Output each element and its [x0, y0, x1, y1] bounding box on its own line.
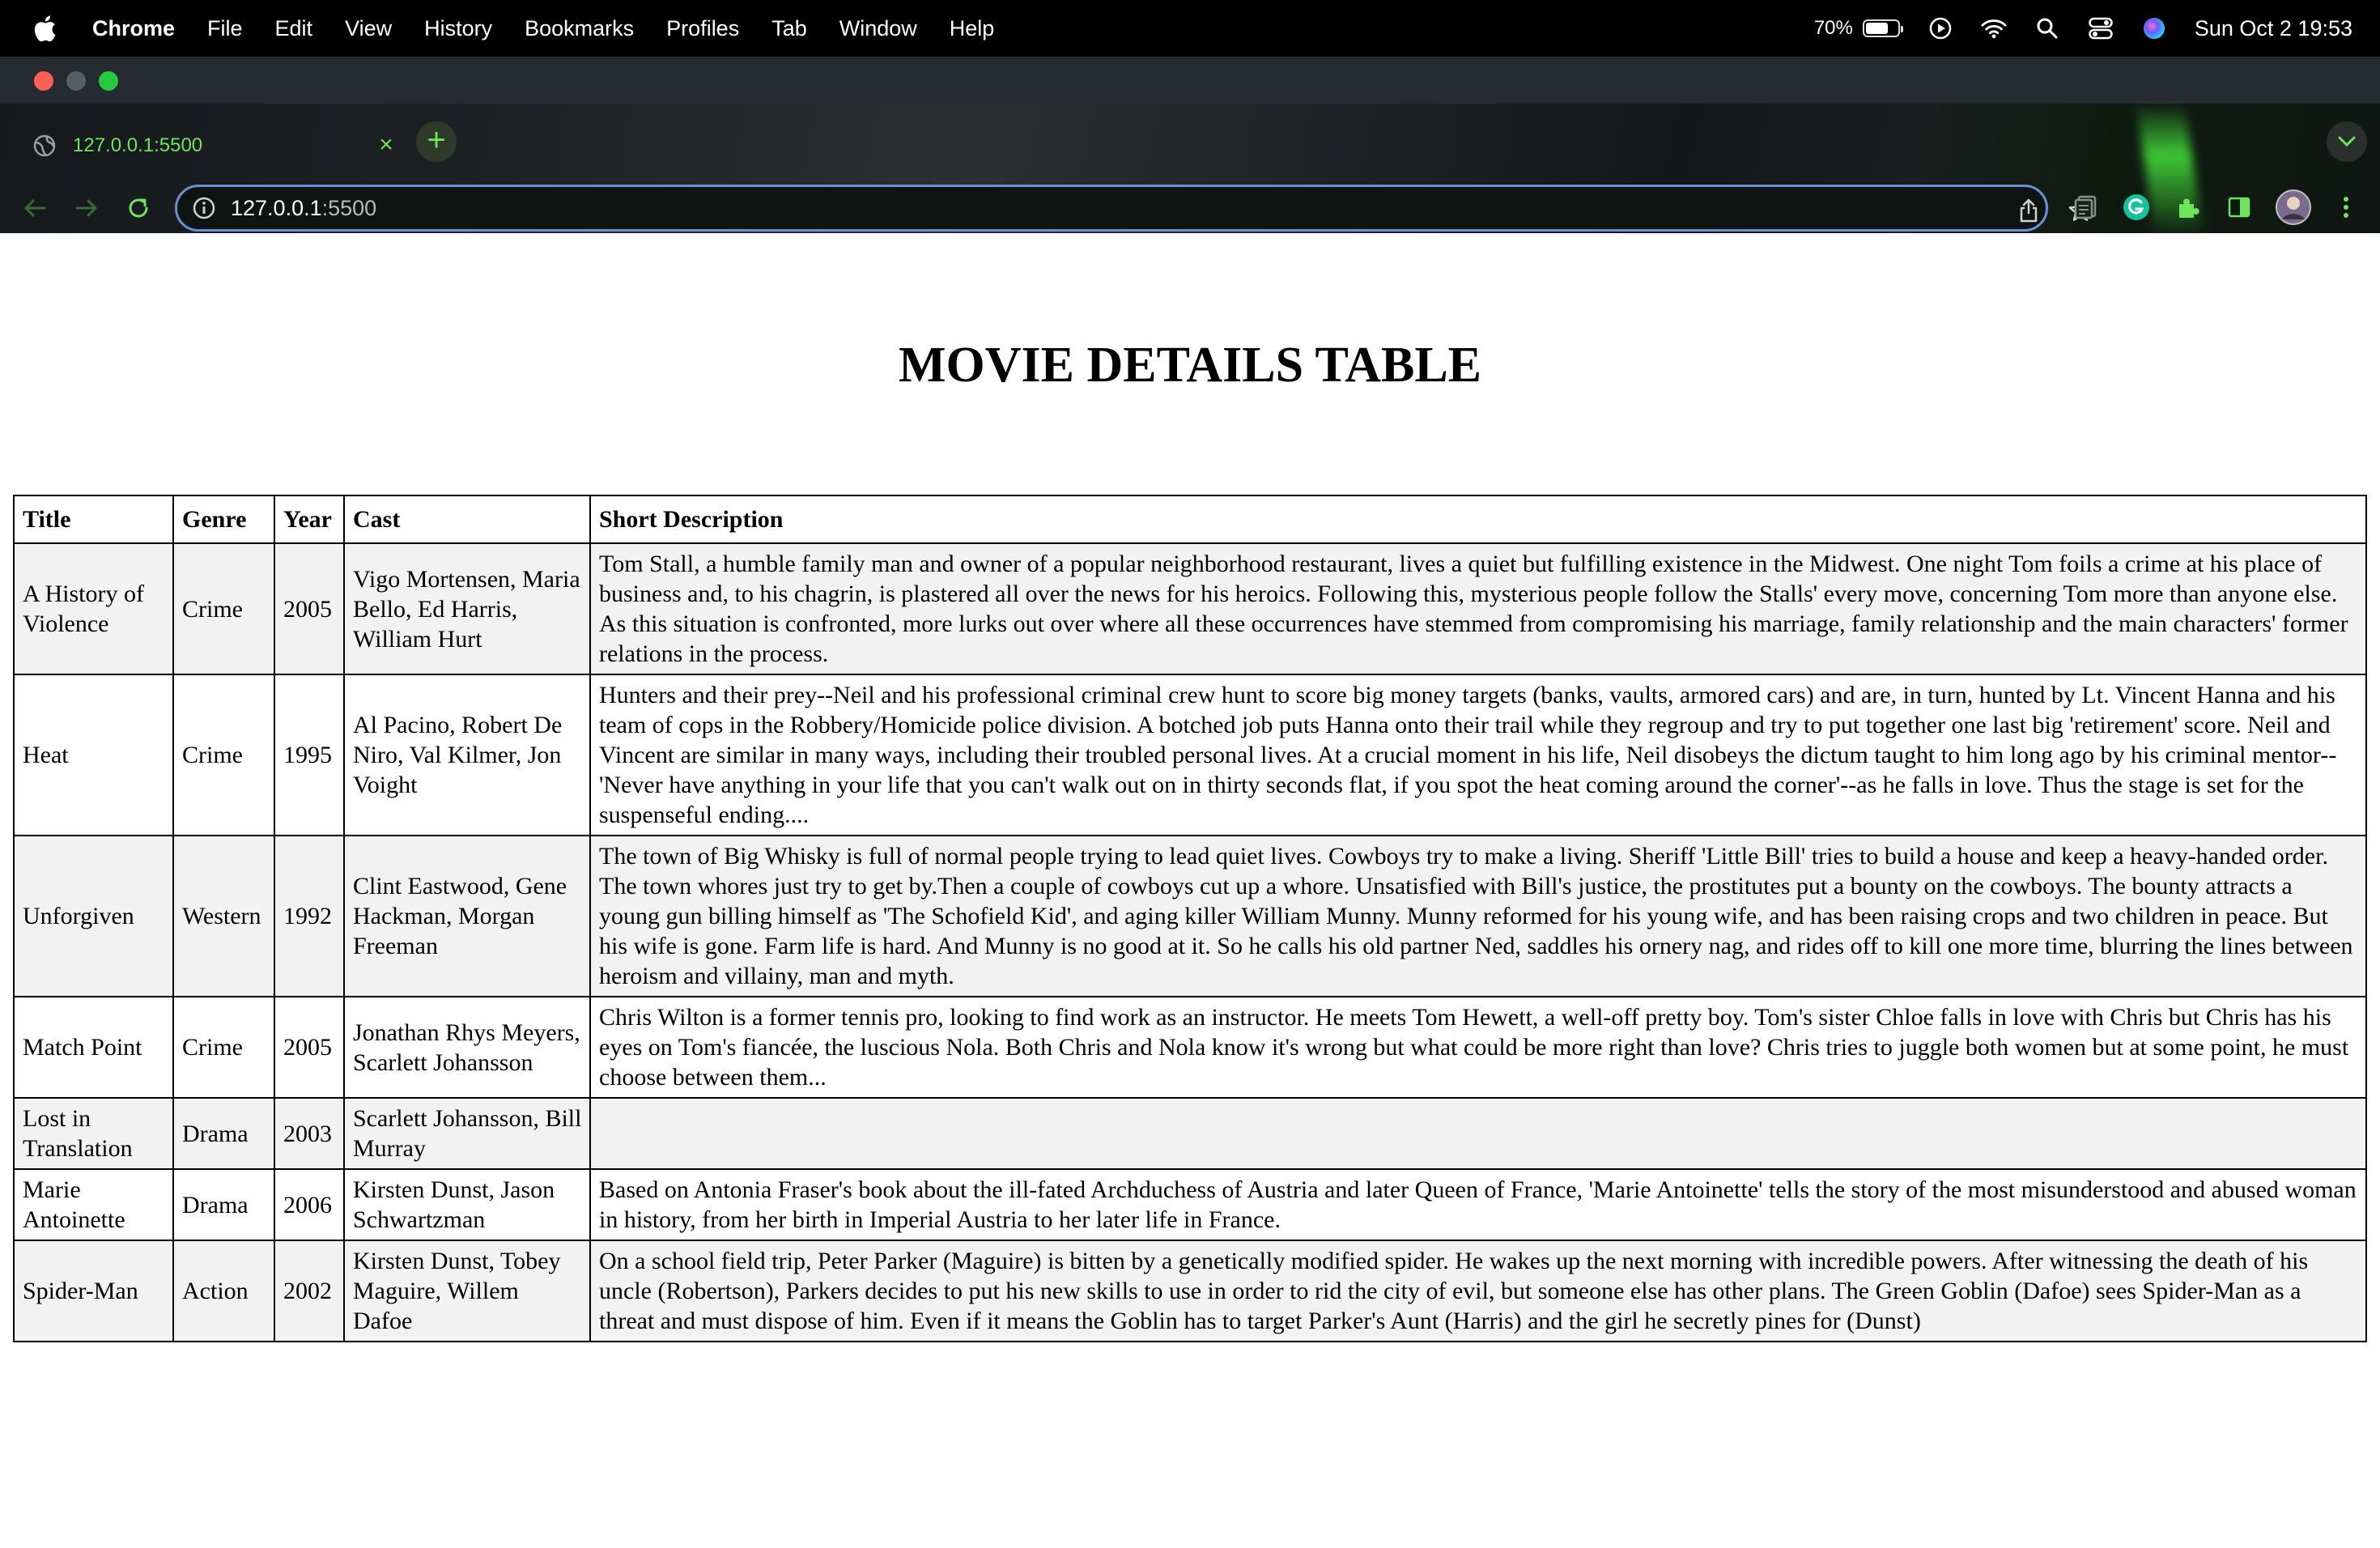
cell-year: 2002: [274, 1240, 345, 1342]
table-row: A History of Violence Crime 2005 Vigo Mo…: [13, 542, 2367, 675]
extensions-puzzle-icon[interactable]: [2174, 193, 2203, 222]
cell-title: Unforgiven: [13, 835, 174, 997]
apple-logo-icon[interactable]: [32, 15, 57, 42]
globe-icon: [32, 134, 57, 158]
menu-view[interactable]: View: [345, 16, 392, 41]
column-header-genre: Genre: [172, 495, 275, 544]
cell-description: The town of Big Whisky is full of normal…: [589, 835, 2367, 997]
tab-active[interactable]: 127.0.0.1:5500 ×: [13, 112, 410, 180]
column-header-year: Year: [274, 495, 345, 544]
menu-file[interactable]: File: [207, 16, 243, 41]
menu-bookmarks[interactable]: Bookmarks: [525, 16, 634, 41]
table-header-row: Title Genre Year Cast Short Description: [13, 495, 2367, 544]
site-info-icon[interactable]: [192, 196, 216, 220]
menu-edit[interactable]: Edit: [275, 16, 313, 41]
side-panel-icon[interactable]: [2225, 193, 2254, 222]
cell-cast: Jonathan Rhys Meyers, Scarlett Johansson: [343, 996, 591, 1099]
window-titlebar: [0, 57, 2380, 104]
cell-year: 2003: [274, 1097, 345, 1170]
cell-title: A History of Violence: [13, 542, 174, 675]
cell-description: Hunters and their prey--Neil and his pro…: [589, 674, 2367, 836]
now-playing-icon[interactable]: [1927, 15, 1953, 41]
tab-search-button[interactable]: [2327, 121, 2367, 162]
cell-description: [589, 1097, 2367, 1170]
table-row: Match Point Crime 2005 Jonathan Rhys Mey…: [13, 996, 2367, 1099]
profile-avatar[interactable]: [2275, 189, 2312, 226]
menu-profiles[interactable]: Profiles: [666, 16, 739, 41]
table-row: Unforgiven Western 1992 Clint Eastwood, …: [13, 835, 2367, 997]
zoom-window-button[interactable]: [99, 71, 118, 91]
new-tab-button[interactable]: +: [416, 121, 457, 162]
cell-title: Lost in Translation: [13, 1097, 174, 1170]
cell-cast: Scarlett Johansson, Bill Murray: [343, 1097, 591, 1170]
reload-icon[interactable]: [121, 191, 155, 225]
menu-tab[interactable]: Tab: [771, 16, 807, 41]
url-host: 127.0.0.1: [231, 195, 322, 220]
menu-app-chrome[interactable]: Chrome: [92, 16, 175, 41]
browser-toolbar: 127.0.0.1:5500: [0, 181, 2380, 235]
wifi-icon[interactable]: [1981, 15, 2007, 41]
spotlight-search-icon[interactable]: [2034, 15, 2060, 41]
grammarly-icon[interactable]: [2122, 193, 2151, 222]
movie-details-table: Title Genre Year Cast Short Description …: [13, 495, 2367, 1342]
page-title: MOVIE DETAILS TABLE: [898, 338, 1482, 393]
cell-cast: Al Pacino, Robert De Niro, Val Kilmer, J…: [343, 674, 591, 836]
cell-year: 2006: [274, 1168, 345, 1241]
url-port: :5500: [321, 195, 377, 220]
cell-description: Tom Stall, a humble family man and owner…: [589, 542, 2367, 675]
table-row: Marie Antoinette Drama 2006 Kirsten Duns…: [13, 1168, 2367, 1241]
cell-title: Marie Antoinette: [13, 1168, 174, 1241]
share-icon[interactable]: [2015, 197, 2042, 224]
cell-title: Heat: [13, 674, 174, 836]
table-row: Heat Crime 1995 Al Pacino, Robert De Nir…: [13, 674, 2367, 836]
close-window-button[interactable]: [34, 71, 53, 91]
cell-title: Spider-Man: [13, 1240, 174, 1342]
menu-window[interactable]: Window: [839, 16, 917, 41]
menu-history[interactable]: History: [424, 16, 492, 41]
cell-title: Match Point: [13, 996, 174, 1099]
url-text: 127.0.0.1:5500: [231, 196, 376, 221]
column-header-title: Title: [13, 495, 174, 544]
menu-help[interactable]: Help: [950, 16, 995, 41]
control-center-icon[interactable]: [2088, 15, 2114, 41]
tab-close-icon[interactable]: ×: [372, 131, 400, 159]
column-header-cast: Cast: [343, 495, 591, 544]
cell-genre: Crime: [172, 674, 275, 836]
cell-genre: Crime: [172, 542, 275, 675]
cell-description: On a school field trip, Peter Parker (Ma…: [589, 1240, 2367, 1342]
cell-cast: Vigo Mortensen, Maria Bello, Ed Harris, …: [343, 542, 591, 675]
cell-description: Based on Antonia Fraser's book about the…: [589, 1168, 2367, 1241]
table-row: Spider-Man Action 2002 Kirsten Dunst, To…: [13, 1240, 2367, 1342]
cell-year: 1992: [274, 835, 345, 997]
reading-list-icon[interactable]: [2071, 193, 2100, 222]
cell-cast: Clint Eastwood, Gene Hackman, Morgan Fre…: [343, 835, 591, 997]
column-header-description: Short Description: [589, 495, 2367, 544]
tab-title: 127.0.0.1:5500: [73, 134, 203, 156]
web-page: MOVIE DETAILS TABLE Title Genre Year Cas…: [0, 233, 2380, 1548]
macos-menu-bar: Chrome File Edit View History Bookmarks …: [0, 0, 2380, 57]
cell-genre: Action: [172, 1240, 275, 1342]
table-row: Lost in Translation Drama 2003 Scarlett …: [13, 1097, 2367, 1170]
address-bar[interactable]: 127.0.0.1:5500: [175, 185, 2093, 232]
cell-cast: Kirsten Dunst, Jason Schwartzman: [343, 1168, 591, 1241]
battery-percent: 70%: [1813, 17, 1853, 39]
cell-genre: Drama: [172, 1168, 275, 1241]
status-area: 70% Sun Oct 2 19:53: [1814, 0, 2352, 57]
cell-genre: Western: [172, 835, 275, 997]
cell-year: 2005: [274, 996, 345, 1099]
chrome-menu-icon[interactable]: [2331, 193, 2361, 222]
cell-description: Chris Wilton is a former tennis pro, loo…: [589, 996, 2367, 1099]
cell-cast: Kirsten Dunst, Tobey Maguire, Willem Daf…: [343, 1240, 591, 1342]
cell-year: 1995: [274, 674, 345, 836]
cell-genre: Crime: [172, 996, 275, 1099]
siri-icon[interactable]: [2141, 15, 2167, 41]
minimize-window-button[interactable]: [66, 71, 86, 91]
cell-year: 2005: [274, 542, 345, 675]
battery-icon[interactable]: [1862, 19, 1903, 37]
back-arrow-icon[interactable]: [18, 191, 52, 225]
cell-genre: Drama: [172, 1097, 275, 1170]
clock[interactable]: Sun Oct 2 19:53: [2195, 16, 2352, 41]
forward-arrow-icon[interactable]: [70, 191, 104, 225]
